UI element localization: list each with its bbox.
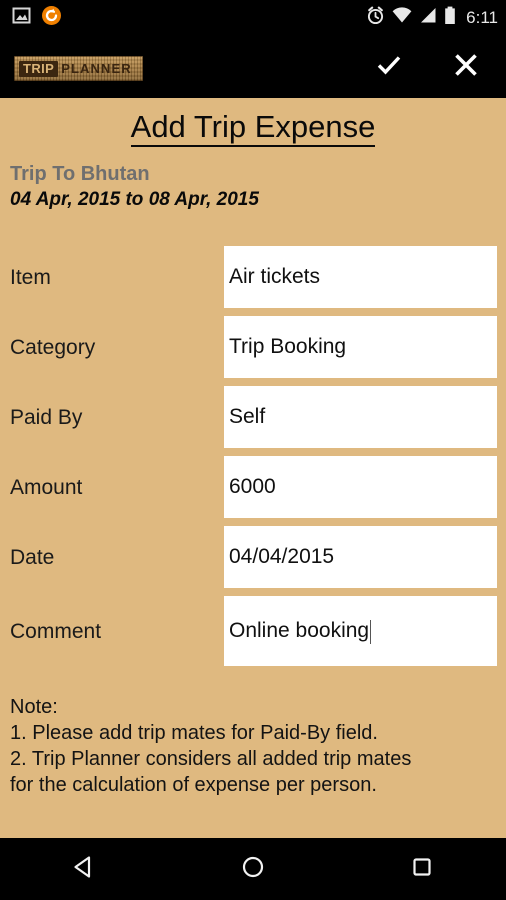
note-line-1: 1. Please add trip mates for Paid-By fie… xyxy=(10,722,378,744)
amount-input[interactable]: 6000 xyxy=(224,456,497,518)
app-action-bar: TRIP PLANNER xyxy=(0,36,506,98)
note-section: Note: 1. Please add trip mates for Paid-… xyxy=(10,694,500,798)
paid-by-value: Self xyxy=(229,405,266,429)
nav-back-button[interactable] xyxy=(34,838,134,900)
note-heading: Note: xyxy=(10,696,58,718)
back-triangle-icon xyxy=(70,853,98,886)
date-value: 04/04/2015 xyxy=(229,545,335,569)
comment-label: Comment xyxy=(10,619,102,643)
phone-screen: 6:11 TRIP PLANNER Add Trip Expense Trip … xyxy=(0,0,506,900)
form-row-comment: Comment Online booking xyxy=(0,592,506,670)
screenshot-image-icon xyxy=(12,6,31,30)
status-bar-clock: 6:11 xyxy=(466,8,498,27)
comment-input[interactable]: Online booking xyxy=(224,596,497,666)
app-logo[interactable]: TRIP PLANNER xyxy=(14,56,143,81)
expense-form: Item Air tickets Category Trip Booking P… xyxy=(0,242,506,670)
item-input[interactable]: Air tickets xyxy=(224,246,497,308)
expense-form-screen: Add Trip Expense Trip To Bhutan 04 Apr, … xyxy=(0,98,506,838)
paid-by-input[interactable]: Self xyxy=(224,386,497,448)
battery-icon xyxy=(444,6,456,30)
note-line-3: for the calculation of expense per perso… xyxy=(10,774,377,796)
close-x-icon xyxy=(452,51,480,84)
nav-recents-button[interactable] xyxy=(372,838,472,900)
nav-home-button[interactable] xyxy=(203,838,303,900)
category-input[interactable]: Trip Booking xyxy=(224,316,497,378)
trip-name-label: Trip To Bhutan xyxy=(10,162,150,185)
item-label: Item xyxy=(10,265,51,289)
comment-value: Online booking xyxy=(229,619,370,643)
app-logo-primary-text: TRIP xyxy=(19,60,59,77)
form-row-paid-by: Paid By Self xyxy=(0,382,506,452)
page-title-text: Add Trip Expense xyxy=(130,109,376,147)
recents-square-icon xyxy=(408,853,436,886)
category-value: Trip Booking xyxy=(229,335,347,359)
wifi-icon xyxy=(392,7,412,29)
date-input[interactable]: 04/04/2015 xyxy=(224,526,497,588)
text-cursor xyxy=(370,620,372,644)
status-bar-notifications xyxy=(12,5,62,31)
date-label: Date xyxy=(10,545,55,569)
cancel-expense-button[interactable] xyxy=(441,36,491,98)
form-row-date: Date 04/04/2015 xyxy=(0,522,506,592)
save-expense-button[interactable] xyxy=(364,36,414,98)
android-navigation-bar xyxy=(0,838,506,900)
checkmark-icon xyxy=(374,50,404,85)
status-bar-system-icons: 6:11 xyxy=(366,0,498,36)
trip-dates-label: 04 Apr, 2015 to 08 Apr, 2015 xyxy=(10,188,259,210)
alarm-icon xyxy=(366,6,385,30)
amount-value: 6000 xyxy=(229,475,276,499)
category-label: Category xyxy=(10,335,96,359)
amount-label: Amount xyxy=(10,475,83,499)
item-value: Air tickets xyxy=(229,265,321,289)
cell-signal-icon xyxy=(419,7,437,29)
form-row-amount: Amount 6000 xyxy=(0,452,506,522)
paid-by-label: Paid By xyxy=(10,405,83,429)
note-line-2: 2. Trip Planner considers all added trip… xyxy=(10,748,412,770)
status-bar: 6:11 xyxy=(0,0,506,36)
form-row-item: Item Air tickets xyxy=(0,242,506,312)
form-row-category: Category Trip Booking xyxy=(0,312,506,382)
app-logo-secondary-text: PLANNER xyxy=(61,61,132,76)
page-title: Add Trip Expense xyxy=(0,98,506,147)
sync-circle-icon xyxy=(41,5,62,31)
home-circle-icon xyxy=(239,853,267,886)
